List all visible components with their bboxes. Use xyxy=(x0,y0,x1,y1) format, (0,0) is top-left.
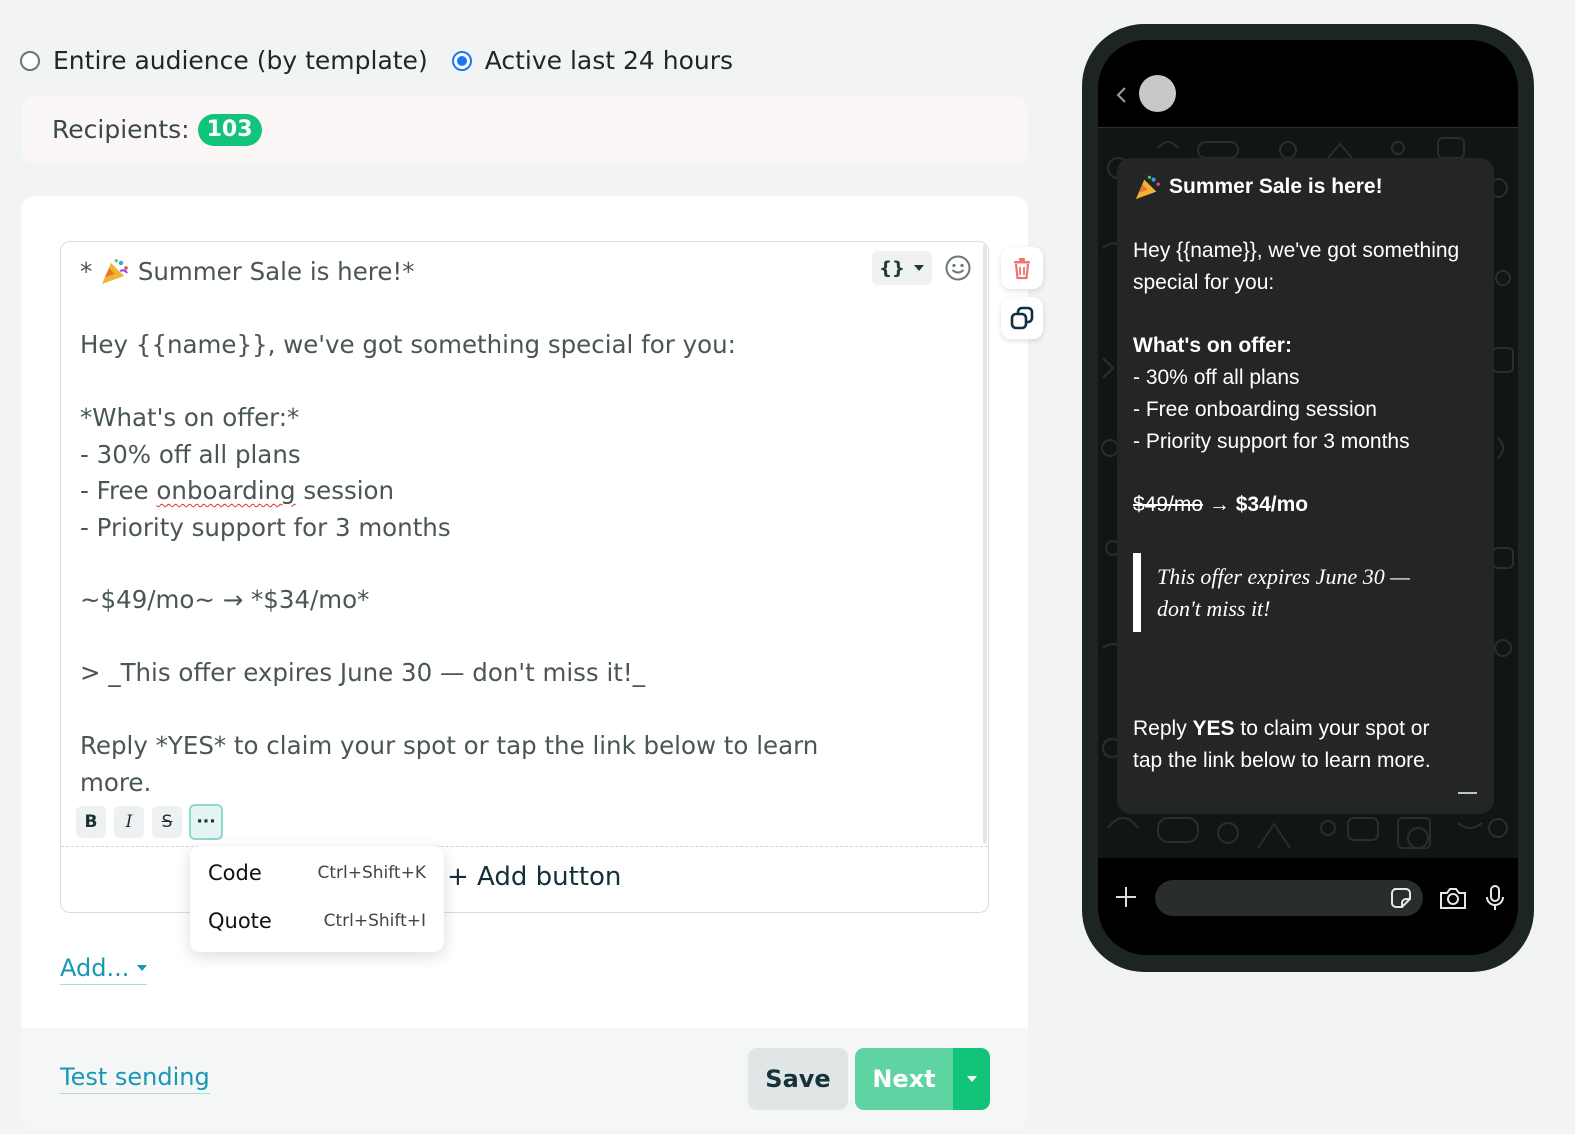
next-button[interactable]: Next xyxy=(855,1048,953,1110)
editor-line-reply: Reply *YES* to claim your spot or tap th… xyxy=(80,731,819,760)
preview-new-price: $34/mo xyxy=(1235,493,1309,516)
editor-line-offer-2: - Free onboarding session xyxy=(80,476,395,505)
audience-selector: Entire audience (by template) Active las… xyxy=(20,46,757,75)
radio-active-24h-label[interactable]: Active last 24 hours xyxy=(485,46,733,75)
curly-braces-icon: {} xyxy=(879,257,905,279)
insert-variable-button[interactable]: {} xyxy=(872,251,932,285)
timestamp-dash xyxy=(1458,792,1477,794)
add-button-link[interactable]: + Add button xyxy=(447,862,621,892)
radio-active-24h[interactable] xyxy=(451,50,472,71)
editor-line-offer-3: - Priority support for 3 months xyxy=(80,513,451,542)
preview-offer-2: - Free onboarding session xyxy=(1133,398,1377,421)
strikethrough-button[interactable]: S xyxy=(152,806,182,838)
duplicate-message-button[interactable] xyxy=(1001,297,1043,339)
preview-quote-1: This offer expires June 30 — xyxy=(1157,564,1410,589)
menu-item-code[interactable]: Code Ctrl+Shift+K xyxy=(190,849,444,897)
preview-reply-1: Reply YES to claim your spot or xyxy=(1133,717,1430,740)
preview-offer-3: - Priority support for 3 months xyxy=(1133,430,1410,453)
editor-line-title: * Summer Sale is here!* xyxy=(80,257,415,286)
editor-line-offer-heading: *What's on offer:* xyxy=(80,403,300,432)
party-popper-icon xyxy=(1135,175,1160,200)
preview-offer-1: - 30% off all plans xyxy=(1133,366,1300,389)
bold-button[interactable]: B xyxy=(76,806,106,838)
editor-line-reply-cont: more. xyxy=(80,768,152,797)
spellcheck-word[interactable]: onboarding xyxy=(156,476,295,505)
more-formatting-button[interactable]: ··· xyxy=(189,804,223,840)
menu-item-quote[interactable]: Quote Ctrl+Shift+I xyxy=(190,897,444,945)
menu-item-code-label: Code xyxy=(208,861,262,885)
menu-item-quote-label: Quote xyxy=(208,909,272,933)
recipients-label: Recipients: xyxy=(52,115,190,144)
next-options-button[interactable] xyxy=(953,1048,990,1110)
preview-offer-heading: What's on offer: xyxy=(1133,334,1292,357)
italic-button[interactable]: I xyxy=(114,806,144,838)
party-popper-icon xyxy=(102,258,128,284)
menu-item-quote-shortcut: Ctrl+Shift+I xyxy=(323,911,426,931)
editor-line-price: ~$49/mo~ → *$34/mo* xyxy=(80,585,370,614)
save-button[interactable]: Save xyxy=(748,1048,848,1110)
sticker-icon[interactable] xyxy=(1389,886,1413,910)
preview-greeting-1: Hey {{name}}, we've got something xyxy=(1133,239,1460,262)
preview-old-price: $49/mo xyxy=(1133,493,1204,516)
phone-message-input[interactable] xyxy=(1155,880,1423,916)
avatar xyxy=(1139,75,1176,112)
preview-greeting-2: special for you: xyxy=(1133,271,1275,294)
caret-down-icon xyxy=(137,965,148,971)
add-dropdown[interactable]: Add... xyxy=(60,954,148,985)
recipients-bar: Recipients: 103 xyxy=(21,96,1028,163)
menu-item-code-shortcut: Ctrl+Shift+K xyxy=(317,863,426,883)
add-dropdown-label: Add... xyxy=(60,954,130,982)
delete-message-button[interactable] xyxy=(1001,247,1043,289)
preview-price: $49/mo → $34/mo xyxy=(1133,493,1309,516)
trash-icon xyxy=(1014,258,1030,280)
recipients-count-badge: 103 xyxy=(197,113,262,146)
preview-reply-2: tap the link below to learn more. xyxy=(1133,749,1431,772)
preview-title: Summer Sale is here! xyxy=(1169,175,1383,198)
editor-line-greeting: Hey {{name}}, we've got something specia… xyxy=(80,330,736,359)
preview-quote-2: don't miss it! xyxy=(1157,596,1271,621)
plus-icon[interactable] xyxy=(1113,884,1139,910)
chevron-down-icon xyxy=(913,265,924,271)
camera-icon[interactable] xyxy=(1438,885,1468,911)
test-sending-link[interactable]: Test sending xyxy=(60,1063,210,1094)
copy-icon xyxy=(1010,306,1034,330)
editor-line-quote: > _This offer expires June 30 — don't mi… xyxy=(80,658,645,687)
caret-down-icon xyxy=(966,1076,977,1082)
preview-quote-bar xyxy=(1133,553,1141,632)
emoji-icon[interactable] xyxy=(944,254,972,282)
back-arrow-icon[interactable] xyxy=(1112,82,1132,108)
radio-entire-audience-label[interactable]: Entire audience (by template) xyxy=(53,46,428,75)
microphone-icon[interactable] xyxy=(1484,883,1506,913)
editor-line-offer-1: - 30% off all plans xyxy=(80,440,301,469)
editor-scrollbar[interactable] xyxy=(983,244,987,844)
formatting-menu: Code Ctrl+Shift+K Quote Ctrl+Shift+I xyxy=(190,846,444,952)
radio-entire-audience[interactable] xyxy=(20,50,40,71)
